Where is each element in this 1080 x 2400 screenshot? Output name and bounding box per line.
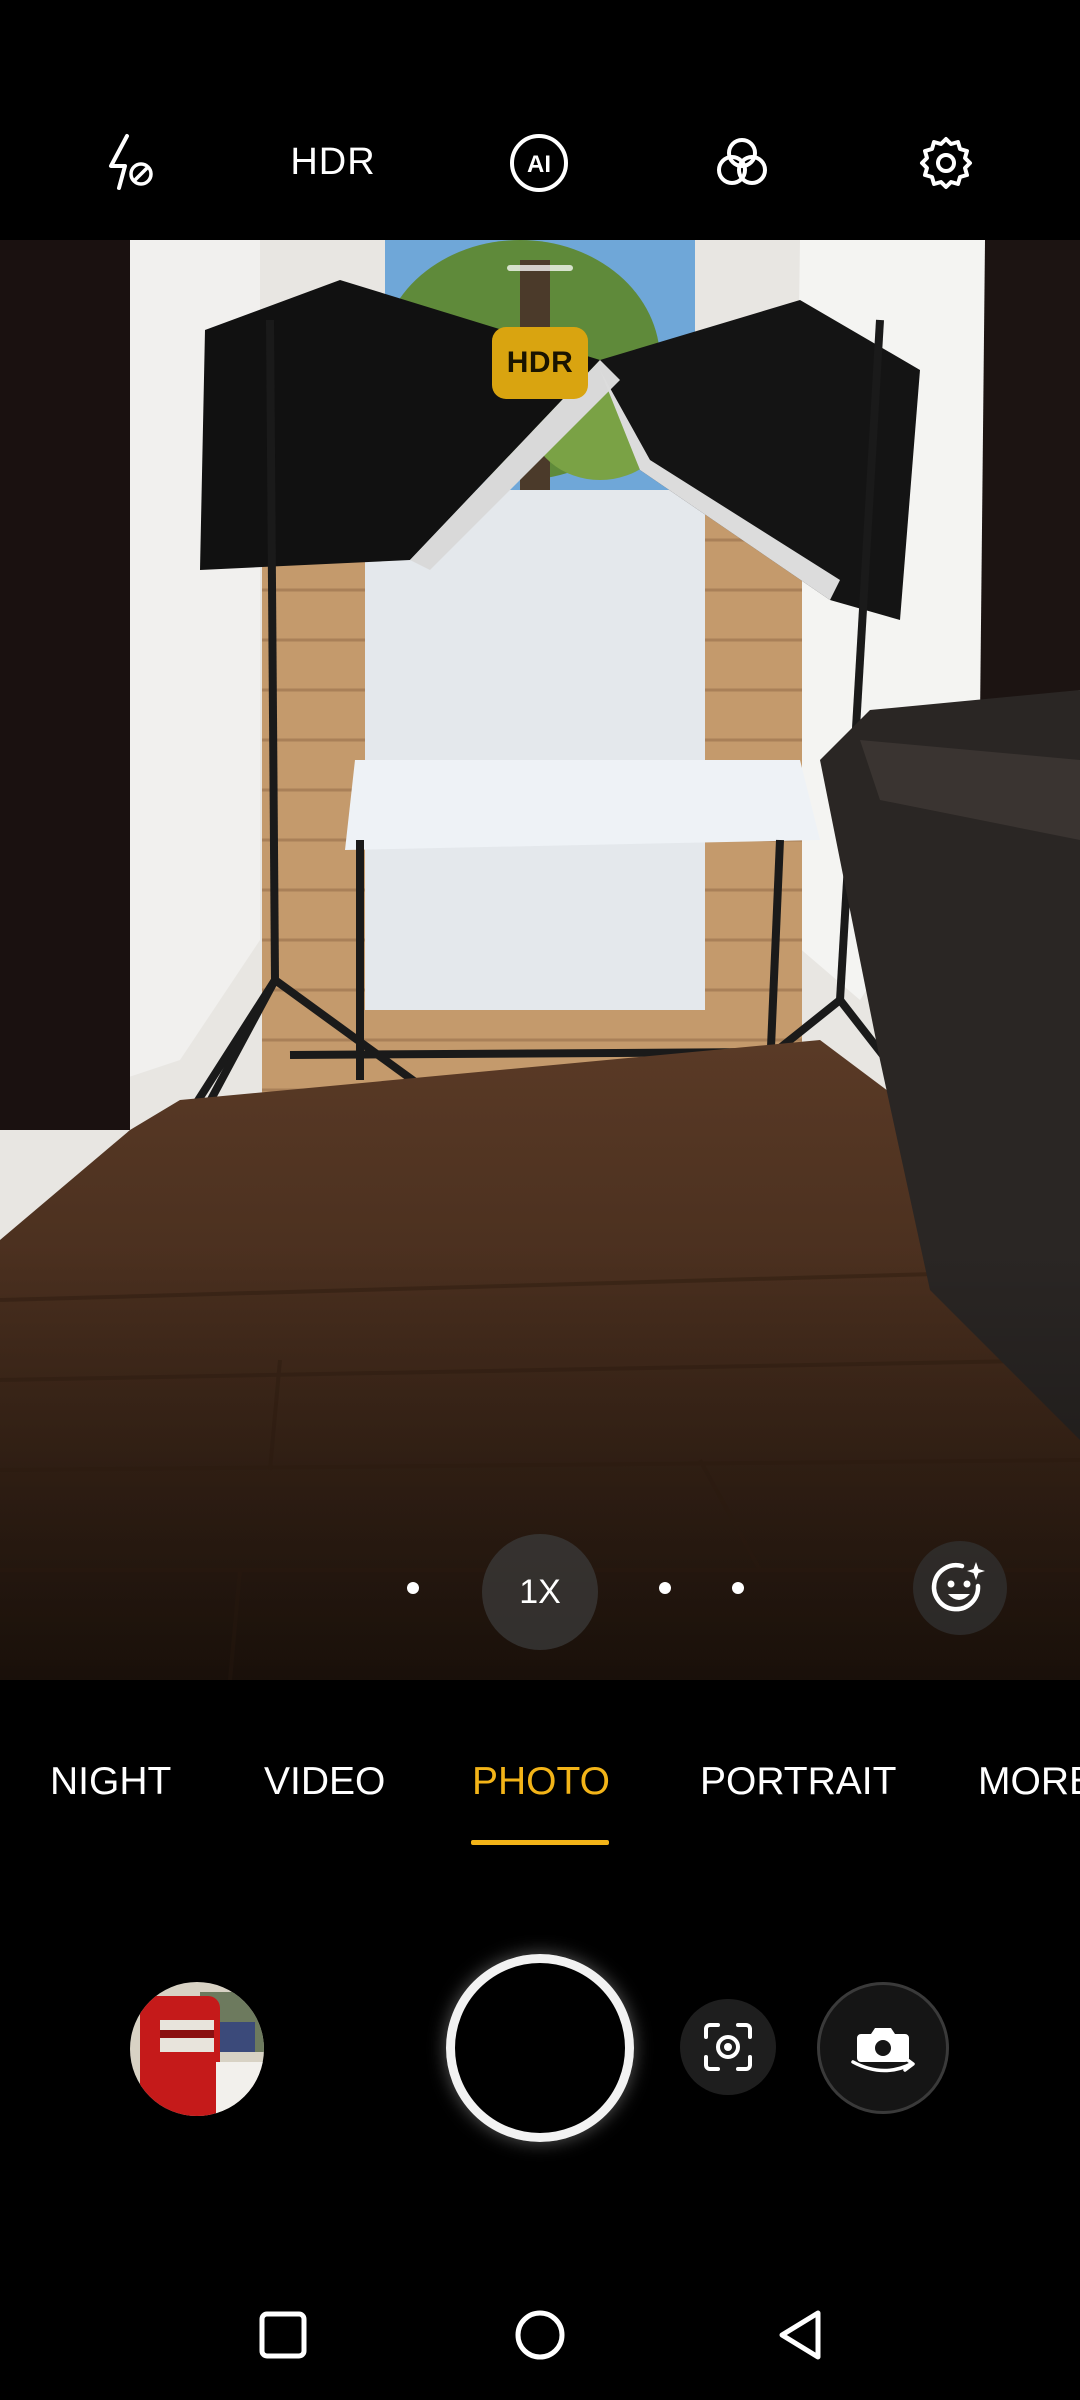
- mode-more[interactable]: MORE: [978, 1760, 1080, 1804]
- filters-button[interactable]: [682, 90, 802, 235]
- gallery-thumbnail-image: [130, 1982, 264, 2116]
- recents-button[interactable]: [228, 2270, 338, 2400]
- settings-button[interactable]: [886, 90, 1006, 235]
- ai-scene-button[interactable]: AI: [479, 90, 599, 235]
- face-sparkle-icon: [931, 1562, 985, 1612]
- zoom-level-button[interactable]: 1X: [482, 1534, 598, 1650]
- camera-viewfinder[interactable]: HDR 1X: [0, 240, 1080, 1680]
- hdr-label: HDR: [290, 141, 376, 183]
- hdr-active-badge: HDR: [492, 327, 588, 399]
- triangle-back-icon: [779, 2310, 821, 2360]
- home-button[interactable]: [485, 2270, 595, 2400]
- filters-icon: [717, 137, 767, 185]
- circle-icon: [515, 2310, 565, 2360]
- zoom-level-dot[interactable]: [732, 1582, 744, 1594]
- camera-mode-selector: NIGHT VIDEO PHOTO PORTRAIT MORE: [0, 1740, 1080, 1860]
- zoom-level-dot[interactable]: [407, 1582, 419, 1594]
- ai-scene-icon: AI: [510, 133, 568, 192]
- beauty-mode-button[interactable]: [913, 1541, 1007, 1635]
- ai-icon-label: AI: [527, 151, 551, 178]
- panel-drag-handle[interactable]: [507, 265, 573, 271]
- mode-photo[interactable]: PHOTO: [472, 1760, 610, 1804]
- flash-off-icon: [109, 133, 153, 190]
- camera-flip-button[interactable]: [817, 1982, 949, 2114]
- shutter-button[interactable]: [446, 1954, 634, 2142]
- mode-video[interactable]: VIDEO: [264, 1760, 385, 1804]
- flash-off-button[interactable]: [70, 90, 190, 235]
- back-button[interactable]: [745, 2270, 855, 2400]
- top-toolbar: HDR AI: [0, 90, 1080, 235]
- gear-icon: [920, 136, 972, 189]
- lens-scan-button[interactable]: [680, 1999, 776, 2095]
- lens-scan-icon: [704, 2023, 752, 2071]
- camera-app: HDR AI HDR 1X NIGHT VIDEO PHOTO PORTRAIT…: [0, 0, 1080, 2400]
- mode-portrait[interactable]: PORTRAIT: [700, 1760, 896, 1804]
- viewfinder-preview-image: [0, 240, 1080, 1680]
- gallery-thumbnail[interactable]: [130, 1982, 264, 2116]
- camera-flip-icon: [851, 2028, 915, 2073]
- zoom-level-dot[interactable]: [659, 1582, 671, 1594]
- hdr-button[interactable]: HDR: [273, 90, 393, 235]
- mode-night[interactable]: NIGHT: [50, 1760, 171, 1804]
- active-mode-underline: [471, 1840, 609, 1845]
- square-icon: [259, 2311, 307, 2359]
- system-navigation-bar: [0, 2270, 1080, 2400]
